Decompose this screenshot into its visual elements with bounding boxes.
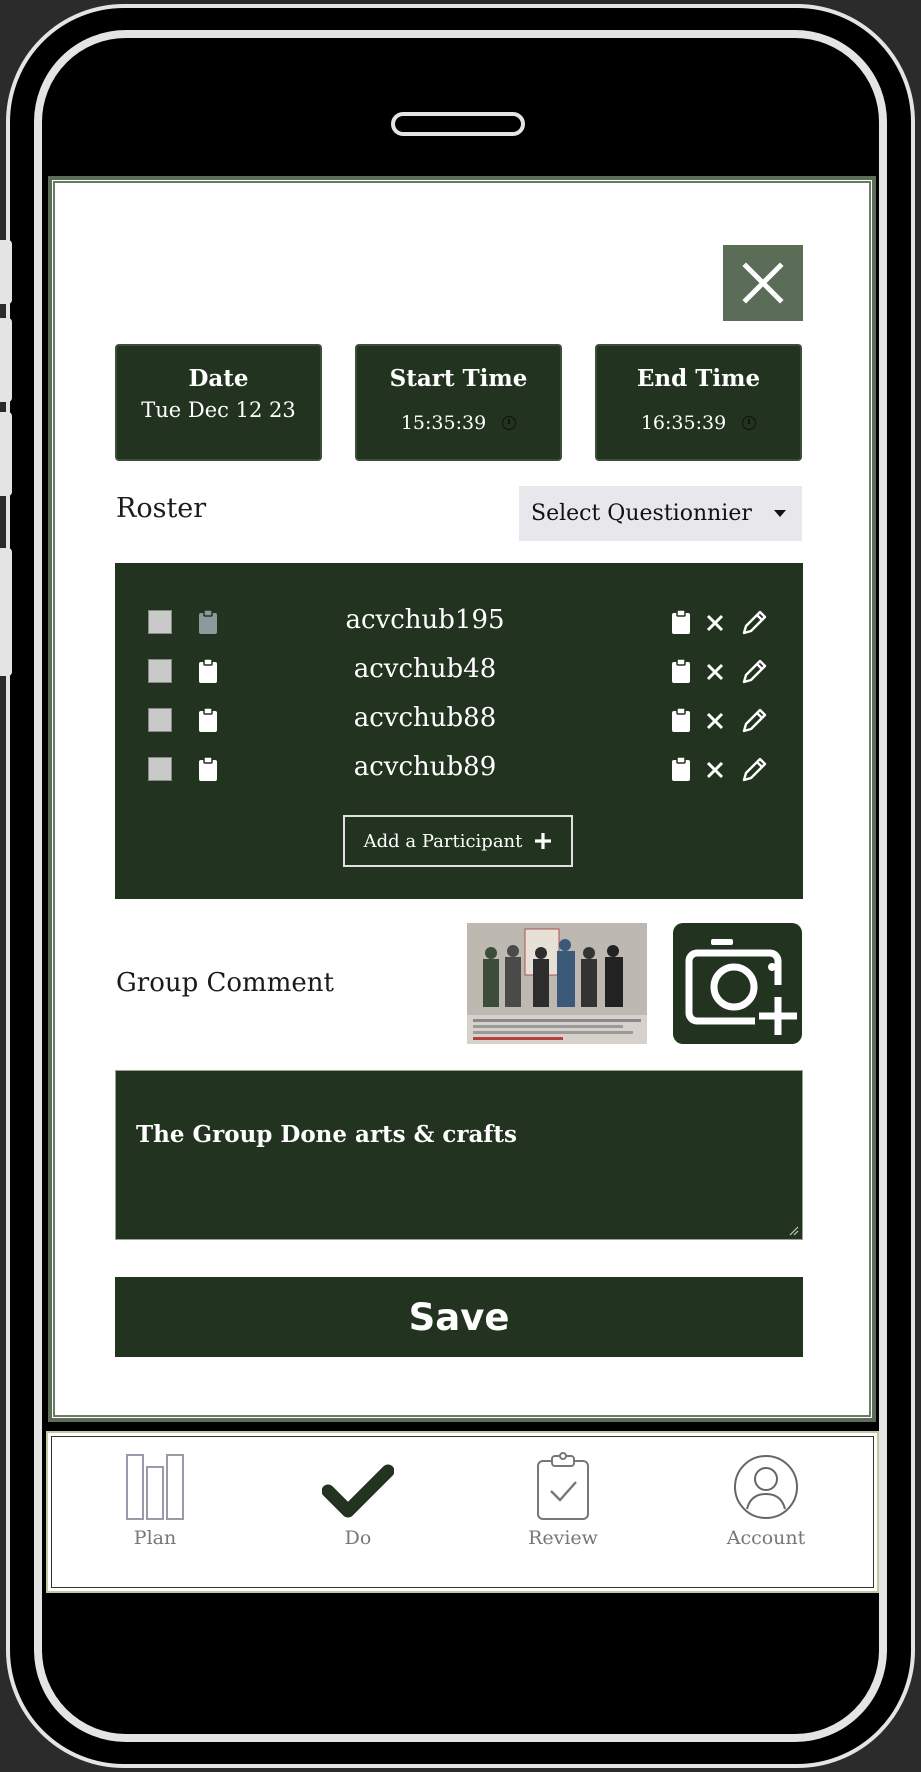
end-time-value: 16:35:39 [640,412,727,434]
start-time-label: Start Time [389,365,528,392]
questionnaire-select-value: Select Questionnier [531,501,752,526]
camera-plus-icon [685,939,797,1035]
start-time-card[interactable]: Start Time 15:35:39 [355,344,562,461]
remove-icon[interactable] [706,761,724,779]
resize-handle-icon[interactable] [789,1226,799,1236]
close-icon [742,262,784,304]
pencil-icon[interactable] [739,706,769,736]
plan-icon [126,1454,184,1520]
user-circle-icon [734,1455,798,1519]
side-button-volume-up [0,318,12,402]
group-comment-text: The Group Done arts & crafts [136,1121,517,1148]
save-button[interactable]: Save [115,1277,803,1357]
date-value: Tue Dec 12 23 [141,398,296,422]
participant-row: acvchub88 [115,700,803,740]
participant-row: acvchub195 [115,602,803,642]
clipboard-icon[interactable] [671,658,691,684]
nav-label-account: Account [726,1527,806,1549]
checkmark-icon [322,1464,394,1518]
participant-row: acvchub89 [115,749,803,789]
group-comment-label: Group Comment [116,968,334,998]
nav-item-account[interactable]: Account [696,1451,836,1549]
participant-row: acvchub48 [115,651,803,691]
nav-label-review: Review [528,1527,598,1549]
remove-icon[interactable] [706,712,724,730]
remove-icon[interactable] [706,614,724,632]
bottom-nav: Plan Do Review Account [46,1431,879,1593]
group-photo-image [467,923,647,1044]
side-button-power [0,548,12,676]
remove-icon[interactable] [706,663,724,681]
clipboard-icon[interactable] [198,756,218,782]
questionnaire-select[interactable]: Select Questionnier [519,486,802,541]
roster-panel: acvchub195 acvchub48 acvchub88 acvchub89… [115,563,803,899]
end-time-card[interactable]: End Time 16:35:39 [595,344,802,461]
nav-item-plan[interactable]: Plan [85,1451,225,1549]
roster-label: Roster [116,493,207,524]
participant-name: acvchub89 [353,752,497,782]
clipboard-icon[interactable] [671,707,691,733]
participant-name: acvchub88 [353,703,497,733]
clipboard-icon[interactable] [671,756,691,782]
nav-label-plan: Plan [133,1527,177,1549]
date-label: Date [188,365,249,392]
side-button-mute [0,240,12,304]
clipboard-icon[interactable] [198,707,218,733]
nav-label-do: Do [344,1527,372,1549]
participant-checkbox[interactable] [148,610,172,634]
clock-icon [742,416,757,430]
participant-checkbox[interactable] [148,708,172,732]
start-time-value: 15:35:39 [400,412,487,434]
clock-icon [502,416,517,430]
end-time-label: End Time [636,365,761,392]
participant-name: acvchub195 [345,605,505,635]
group-photo-thumbnail[interactable] [467,923,647,1044]
clipboard-icon[interactable] [671,609,691,635]
phone-speaker [391,112,525,136]
plus-icon [535,833,552,849]
caret-down-icon [774,510,786,517]
participant-checkbox[interactable] [148,757,172,781]
nav-item-do[interactable]: Do [288,1451,428,1549]
add-participant-label: Add a Participant [363,830,523,852]
clipboard-icon[interactable] [198,658,218,684]
side-button-volume-down [0,412,12,496]
pencil-icon[interactable] [739,608,769,638]
nav-item-review[interactable]: Review [493,1451,633,1549]
clipboard-icon[interactable] [198,609,218,635]
group-comment-textarea[interactable]: The Group Done arts & crafts [115,1070,803,1240]
close-button[interactable] [723,245,803,321]
clipboard-check-icon [537,1452,589,1520]
add-participant-button[interactable]: Add a Participant [343,815,573,867]
pencil-icon[interactable] [739,657,769,687]
pencil-icon[interactable] [739,755,769,785]
participant-checkbox[interactable] [148,659,172,683]
participant-name: acvchub48 [353,654,497,684]
add-photo-button[interactable] [673,923,802,1044]
date-card[interactable]: Date Tue Dec 12 23 [115,344,322,461]
